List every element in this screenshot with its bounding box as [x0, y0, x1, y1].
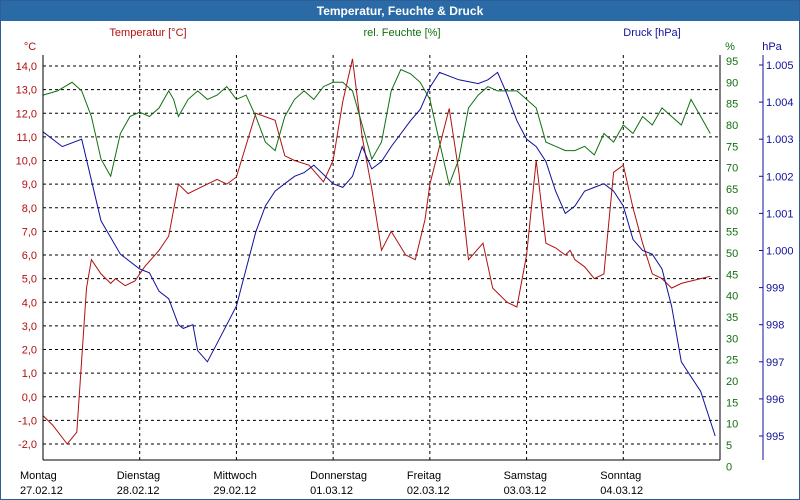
temperature-tick-label: 8,0 [22, 203, 37, 215]
pressure-series-line [42, 71, 716, 437]
temperature-tick-label: -1,0 [18, 415, 37, 427]
weather-chart: 14,0 13,0 12,0 11,0 10,0 9,0 8,0 7,0 6,0 5,0 4,0 3,… [16, 27, 794, 497]
humidity-tick-label: 45 [726, 269, 738, 281]
humidity-tick-label: 50 [726, 248, 738, 260]
humidity-tick-label: 0 [726, 461, 732, 473]
temperature-tick-label: 13,0 [16, 85, 37, 97]
temperature-tick-label: 1,0 [22, 368, 37, 380]
x-day-label: Dienstag [117, 470, 160, 482]
temperature-tick-label: 0,0 [22, 392, 37, 404]
x-day-label: Freitag [407, 470, 441, 482]
temperature-tick-label: -2,0 [18, 439, 37, 451]
temperature-axis-label: Temperatur [°C] [109, 27, 186, 39]
pressure-tick-label: 998 [766, 320, 784, 332]
temperature-tick-label: 10,0 [16, 156, 37, 168]
x-day-label: Sonntag [600, 470, 641, 482]
humidity-unit: % [725, 41, 735, 53]
temperature-tick-label: 2,0 [22, 345, 37, 357]
pressure-tick-label: 995 [766, 431, 784, 443]
humidity-tick-label: 90 [726, 77, 738, 89]
pressure-tick-label: 997 [766, 357, 784, 369]
humidity-tick-label: 40 [726, 291, 738, 303]
humidity-tick-label: 65 [726, 184, 738, 196]
x-date-label: 29.02.12 [213, 485, 256, 497]
humidity-tick-label: 25 [726, 355, 738, 367]
temperature-tick-label: 11,0 [16, 132, 37, 144]
temperature-tick-label: 5,0 [22, 274, 37, 286]
temperature-unit: °C [24, 41, 36, 53]
temperature-tick-label: 14,0 [16, 61, 37, 73]
temperature-tick-label: 12,0 [16, 108, 37, 120]
humidity-tick-label: 35 [726, 312, 738, 324]
humidity-tick-label: 15 [726, 397, 738, 409]
humidity-tick-label: 95 [726, 56, 738, 68]
pressure-axis-label: Druck [hPa] [623, 27, 680, 39]
series-layer [42, 58, 716, 445]
humidity-tick-label: 70 [726, 163, 738, 175]
x-date-label: 27.02.12 [20, 485, 63, 497]
temperature-tick-label: 7,0 [22, 226, 37, 238]
temperature-tick-label: 6,0 [22, 250, 37, 262]
humidity-axis-label: rel. Feuchte [%] [363, 27, 440, 39]
humidity-tick-label: 20 [726, 376, 738, 388]
pressure-tick-label: 999 [766, 283, 784, 295]
humidity-tick-label: 80 [726, 120, 738, 132]
x-day-label: Samstag [504, 470, 547, 482]
temperature-tick-label: 4,0 [22, 297, 37, 309]
humidity-tick-label: 5 [726, 440, 732, 452]
humidity-tick-label: 30 [726, 333, 738, 345]
x-date-label: 28.02.12 [117, 485, 160, 497]
temperature-tick-label: 3,0 [22, 321, 37, 333]
x-date-label: 02.03.12 [407, 485, 450, 497]
x-date-label: 04.03.12 [600, 485, 643, 497]
x-day-label: Montag [20, 470, 57, 482]
temperature-series-line [42, 58, 711, 445]
x-date-label: 03.03.12 [504, 485, 547, 497]
humidity-tick-label: 75 [726, 141, 738, 153]
pressure-tick-label: 1.003 [766, 134, 794, 146]
x-day-label: Mittwoch [213, 470, 256, 482]
humidity-tick-label: 60 [726, 205, 738, 217]
pressure-tick-label: 1.005 [766, 60, 794, 72]
pressure-tick-label: 1.002 [766, 171, 794, 183]
pressure-tick-label: 996 [766, 394, 784, 406]
x-day-label: Donnerstag [310, 470, 367, 482]
pressure-tick-label: 1.001 [766, 208, 794, 220]
temperature-tick-label: 9,0 [22, 179, 37, 191]
grid-lines [43, 55, 720, 460]
pressure-unit: hPa [762, 41, 782, 53]
pressure-tick-label: 1.004 [766, 97, 794, 109]
humidity-tick-label: 85 [726, 99, 738, 111]
humidity-tick-label: 55 [726, 227, 738, 239]
pressure-tick-label: 1.000 [766, 246, 794, 258]
humidity-tick-label: 10 [726, 419, 738, 431]
humidity-series-line [42, 68, 711, 187]
x-date-label: 01.03.12 [310, 485, 353, 497]
